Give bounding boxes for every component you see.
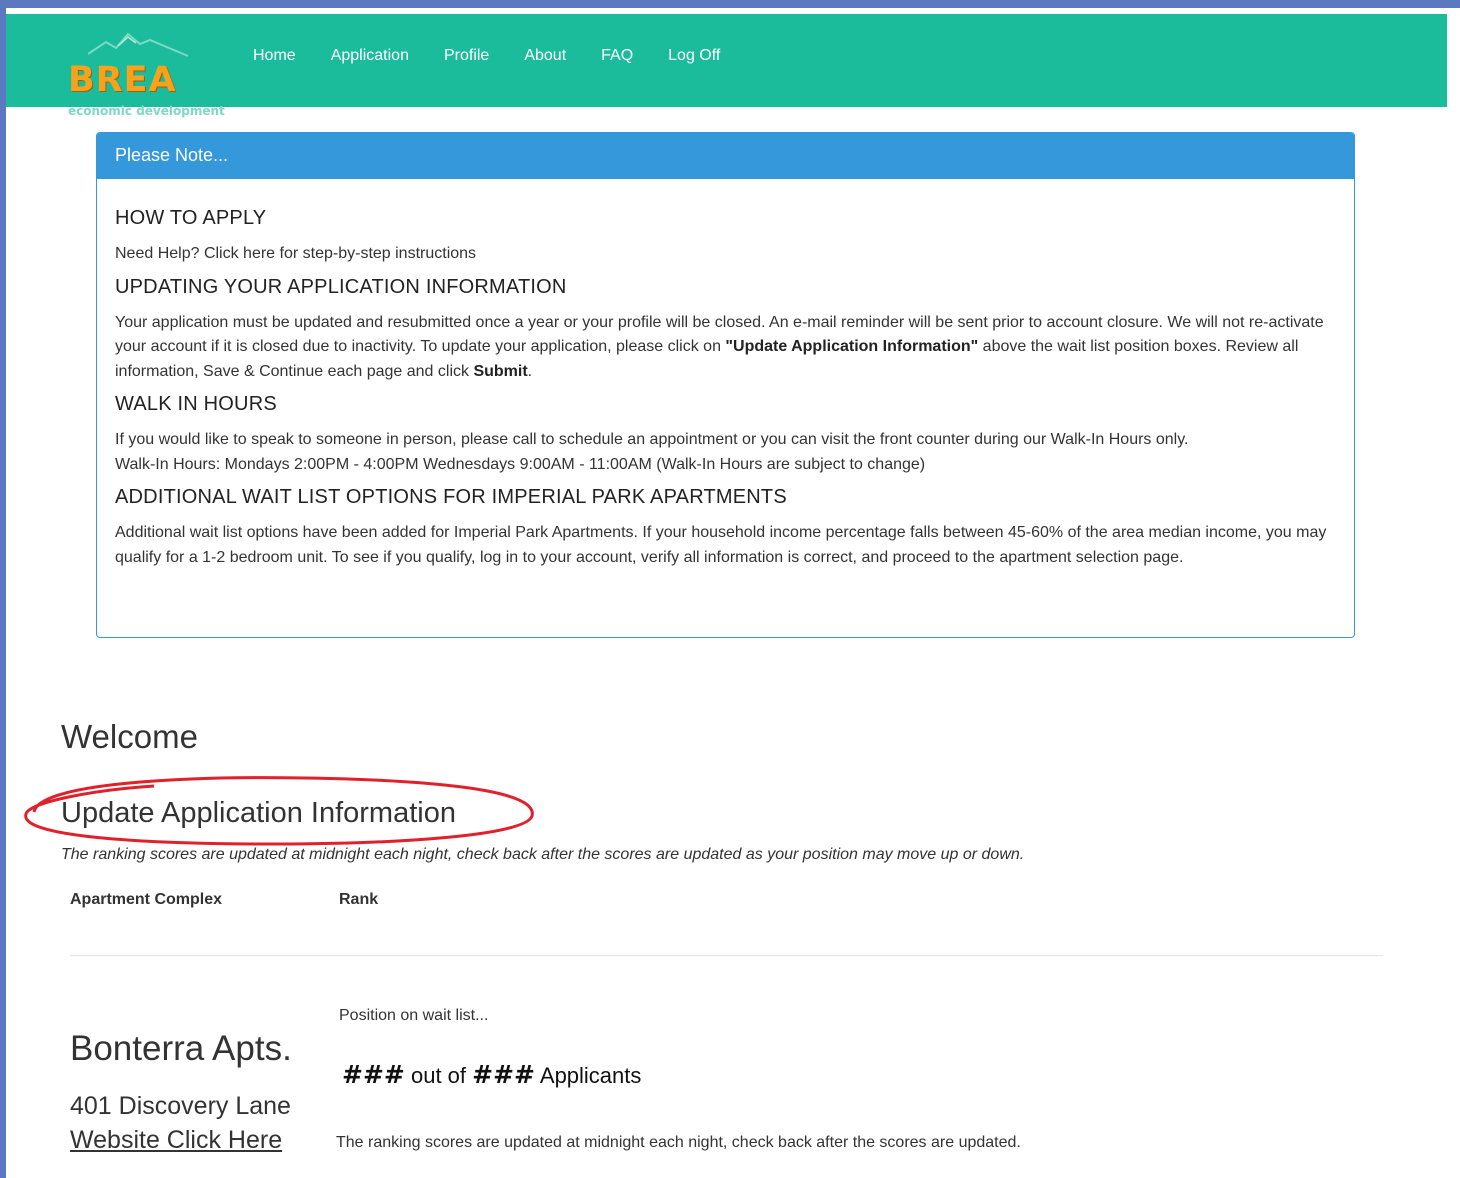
nav-log-off[interactable]: Log Off xyxy=(668,47,720,65)
nav-home[interactable]: Home xyxy=(253,47,296,65)
nav-about[interactable]: About xyxy=(524,47,566,65)
logo-text: BREA xyxy=(68,60,177,100)
nav-faq[interactable]: FAQ xyxy=(601,47,633,65)
updating-bold-link-name: "Update Application Information" xyxy=(725,338,979,355)
out-of-text: out of xyxy=(410,1063,467,1088)
main-nav: Home Application Profile About FAQ Log O… xyxy=(253,47,755,65)
updating-text-part: . xyxy=(527,362,533,380)
update-application-link[interactable]: Update Application Information xyxy=(61,797,456,830)
divider xyxy=(70,955,1383,956)
apartment-name: Bonterra Apts. xyxy=(70,1029,292,1068)
imperial-park-text: Additional wait list options have been a… xyxy=(115,524,1327,566)
apartment-address: 401 Discovery Lane xyxy=(70,1092,291,1120)
welcome-heading: Welcome xyxy=(61,718,198,755)
total-applicants-value: ### xyxy=(472,1060,535,1089)
section-title-imperial-park: ADDITIONAL WAIT LIST OPTIONS FOR IMPERIA… xyxy=(115,486,787,508)
walk-in-text-line: If you would like to speak to someone in… xyxy=(115,431,1189,448)
updating-text: Your application must be updated and res… xyxy=(115,311,1336,385)
mountain-icon xyxy=(88,32,189,57)
position-label: Position on wait list... xyxy=(339,1007,489,1024)
page-frame: BREA economic development Home Applicati… xyxy=(6,8,1447,1178)
apartment-website-link[interactable]: Website Click Here xyxy=(70,1126,282,1155)
logo-subtext: economic development xyxy=(68,104,225,118)
section-title-walk-in: WALK IN HOURS xyxy=(115,393,277,415)
walk-in-hours-line: Walk-In Hours: Mondays 2:00PM - 4:00PM W… xyxy=(115,455,926,473)
nav-application[interactable]: Application xyxy=(331,47,409,65)
walk-in-text: If you would like to speak to someone in… xyxy=(115,428,1336,477)
section-title-how-to-apply: HOW TO APPLY xyxy=(115,207,267,229)
column-header-complex: Apartment Complex xyxy=(70,891,223,908)
updating-bold-submit: Submit xyxy=(473,362,528,380)
section-title-updating: UPDATING YOUR APPLICATION INFORMATION xyxy=(115,275,567,298)
nav-profile[interactable]: Profile xyxy=(444,47,489,65)
notice-panel: Please Note... HOW TO APPLY Need Help? C… xyxy=(96,132,1355,638)
help-instructions-link[interactable]: Need Help? Click here for step-by-step i… xyxy=(115,242,1336,267)
frame-edge xyxy=(1447,8,1460,1178)
applicants-text: Applicants xyxy=(539,1063,642,1088)
notice-heading: Please Note... xyxy=(97,133,1354,179)
brea-logo[interactable]: BREA economic development xyxy=(64,22,244,118)
column-header-rank: Rank xyxy=(339,891,379,908)
notice-body: HOW TO APPLY Need Help? Click here for s… xyxy=(97,179,1354,570)
position-line: ### out of ### Applicants xyxy=(342,1060,641,1089)
position-value: ### xyxy=(342,1060,405,1089)
position-note: The ranking scores are updated at midnig… xyxy=(336,1134,1021,1151)
ranking-note: The ranking scores are updated at midnig… xyxy=(61,846,1025,863)
navbar: BREA economic development Home Applicati… xyxy=(6,14,1447,118)
